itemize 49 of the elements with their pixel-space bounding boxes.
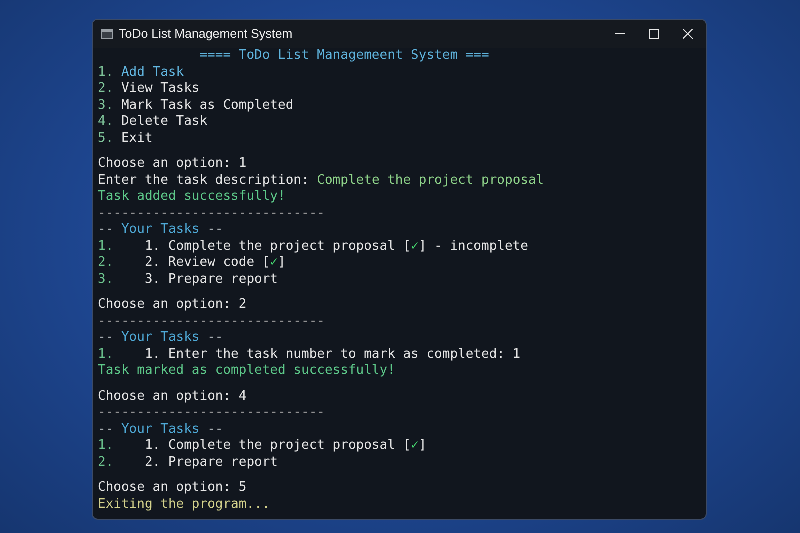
dash-text: -- bbox=[206, 222, 224, 237]
task-text: ] - incomplete bbox=[418, 238, 528, 254]
success-message: Task added successfully! bbox=[98, 189, 286, 204]
dash-rule: ----------------------------- bbox=[98, 206, 325, 220]
prompt-text: Choose an option: 5 bbox=[98, 480, 247, 495]
task-index: 2. bbox=[98, 255, 115, 272]
section-title: Your Tasks bbox=[121, 222, 200, 237]
task-index: 2. bbox=[98, 454, 115, 471]
task-index: 1. bbox=[98, 346, 115, 363]
prompt-text: Choose an option: 1 bbox=[98, 156, 247, 171]
input-text: Complete the project proposal bbox=[317, 172, 544, 188]
menu-number: 4. bbox=[98, 114, 114, 129]
dash-rule: ----------------------------- bbox=[98, 314, 325, 328]
menu-number: 2. bbox=[98, 81, 114, 96]
success-message: Task marked as completed successfully! bbox=[98, 363, 396, 378]
task-text: 1. Enter the task number to mark as completed: 1 bbox=[144, 346, 521, 362]
task-text: ] bbox=[278, 255, 286, 270]
menu-number: 1. bbox=[98, 64, 114, 80]
section-title: Your Tasks bbox=[121, 330, 200, 345]
task-text: 2. Prepare report bbox=[144, 454, 278, 470]
dash-rule: ----------------------------- bbox=[98, 405, 325, 420]
dash-text: -- bbox=[206, 330, 224, 345]
task-text: 1. Complete the project proposal [ bbox=[144, 438, 412, 453]
maximize-icon[interactable] bbox=[649, 29, 659, 39]
prompt-text: Choose an option: 2 bbox=[98, 297, 247, 312]
dash-text: -- bbox=[98, 222, 115, 237]
task-index: 3. bbox=[98, 272, 115, 288]
window-title: ToDo List Management System bbox=[119, 27, 294, 41]
prompt-text: Enter the task description: bbox=[98, 172, 310, 188]
check-icon: ✓ bbox=[270, 255, 278, 270]
check-icon: ✓ bbox=[411, 238, 419, 254]
close-icon[interactable] bbox=[683, 29, 693, 39]
section-title: Your Tasks bbox=[121, 422, 200, 436]
task-text: 3. Prepare report bbox=[144, 272, 278, 286]
task-text: ] bbox=[418, 438, 427, 453]
task-index: 1. bbox=[98, 238, 115, 255]
task-text: 2. Review code [ bbox=[144, 255, 270, 270]
menu-number: 5. bbox=[98, 130, 114, 146]
menu-number: 3. bbox=[98, 98, 114, 112]
heading-text: ==== ToDo List Managemeent System === bbox=[200, 48, 490, 63]
task-index: 1. bbox=[98, 438, 115, 454]
terminal-icon bbox=[101, 29, 113, 39]
check-icon: ✓ bbox=[411, 438, 419, 453]
task-text: 1. Complete the project proposal [ bbox=[144, 238, 412, 254]
dash-text: -- bbox=[98, 330, 115, 345]
exit-message: Exiting the program... bbox=[98, 496, 270, 512]
dash-text: -- bbox=[206, 422, 224, 436]
dash-text: -- bbox=[98, 422, 115, 436]
prompt-text: Choose an option: 4 bbox=[98, 388, 247, 404]
